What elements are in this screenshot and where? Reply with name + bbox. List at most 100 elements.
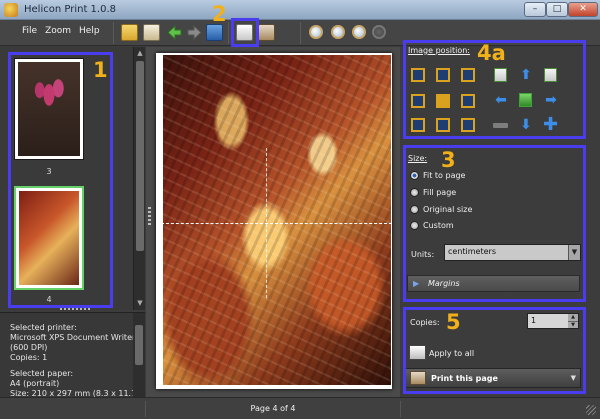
info-scrollbar[interactable] xyxy=(133,313,145,397)
position-top-center[interactable] xyxy=(436,68,450,82)
print-button-label: Print this page xyxy=(431,374,498,383)
position-bottom-center[interactable] xyxy=(436,118,450,132)
printer-heading: Selected printer: xyxy=(10,323,77,332)
paper-name: A4 (portrait) xyxy=(10,379,60,388)
maximize-button[interactable]: □ xyxy=(546,2,568,17)
annotation-number-3: 3 xyxy=(441,148,456,172)
units-value: centimeters xyxy=(448,247,496,256)
menu-bar: File Zoom Help xyxy=(22,26,100,40)
minimize-button[interactable]: – xyxy=(524,2,546,17)
scroll-up-icon[interactable]: ▲ xyxy=(136,49,144,57)
size-title: Size: xyxy=(408,154,428,163)
preview-photo[interactable] xyxy=(163,55,391,385)
original-size-label: Original size xyxy=(423,205,473,214)
menu-file[interactable]: File xyxy=(22,26,37,40)
increment-icon[interactable]: ▲ xyxy=(568,314,578,321)
apply-to-all-button[interactable]: Apply to all xyxy=(429,349,474,358)
menu-help[interactable]: Help xyxy=(79,26,100,40)
paper-heading: Selected paper: xyxy=(10,369,74,378)
move-right-icon[interactable]: ➡ xyxy=(544,93,558,107)
chevron-down-icon[interactable]: ▼ xyxy=(568,245,580,260)
toolbar-separator xyxy=(300,22,301,44)
thumbnail-scrollbar[interactable]: ▲ ▼ xyxy=(133,47,145,310)
paste-icon[interactable] xyxy=(143,24,160,41)
expand-arrow-icon: ▶ xyxy=(413,279,420,288)
move-left-icon[interactable]: ⬅ xyxy=(494,93,508,107)
annotation-number-5: 5 xyxy=(446,310,461,334)
menu-zoom[interactable]: Zoom xyxy=(45,26,71,40)
margins-label: Margins xyxy=(428,279,460,288)
splitter-grip[interactable] xyxy=(148,207,151,227)
printer-icon xyxy=(410,371,426,385)
image-position-title: Image position: xyxy=(408,46,470,55)
decrement-icon[interactable]: ▼ xyxy=(568,321,578,328)
thumbnail-page-4[interactable] xyxy=(14,186,84,290)
units-select[interactable]: centimeters ▼ xyxy=(444,244,581,261)
print-this-page-button[interactable]: Print this page ▼ xyxy=(405,368,581,388)
rotate-left-icon[interactable] xyxy=(494,68,507,82)
scrollbar-thumb[interactable] xyxy=(135,325,143,365)
margins-expander[interactable]: ▶ Margins xyxy=(407,275,580,292)
copies-value[interactable]: 1 xyxy=(531,316,536,325)
scroll-down-icon[interactable]: ▼ xyxy=(136,299,144,307)
rotate-right-icon[interactable] xyxy=(544,68,557,82)
fill-page-label: Fill page xyxy=(423,188,457,197)
thumbnail-strip: 3 4 xyxy=(0,47,133,310)
save-icon[interactable] xyxy=(206,24,223,41)
copies-stepper[interactable]: 1 ▲ ▼ xyxy=(527,313,579,329)
resize-grip-icon[interactable] xyxy=(586,405,596,415)
apply-to-all-icon[interactable] xyxy=(409,345,426,360)
zoom-actual-size-icon xyxy=(372,25,386,39)
move-down-icon[interactable]: ⬇ xyxy=(519,118,533,132)
zoom-out-icon[interactable] xyxy=(309,25,323,39)
custom-size-radio[interactable] xyxy=(410,221,419,230)
fit-to-page-label: Fit to page xyxy=(423,171,466,180)
fit-to-page-radio[interactable] xyxy=(410,171,419,180)
annotation-number-2: 2 xyxy=(212,2,227,26)
chevron-down-icon[interactable]: ▼ xyxy=(571,374,576,382)
window-title: Helicon Print 1.0.8 xyxy=(24,4,116,15)
fill-page-radio[interactable] xyxy=(410,188,419,197)
printer-copies: Copies: 1 xyxy=(10,353,48,362)
copies-label: Copies: xyxy=(410,318,440,327)
zoom-fit-icon[interactable] xyxy=(352,25,366,39)
position-bottom-right[interactable] xyxy=(461,118,475,132)
enlarge-icon[interactable]: ✚ xyxy=(543,116,558,134)
open-folder-icon[interactable] xyxy=(121,24,138,41)
print-preview-icon[interactable] xyxy=(236,24,253,41)
forward-arrow-icon[interactable] xyxy=(186,24,203,41)
back-arrow-icon[interactable] xyxy=(166,24,183,41)
scrollbar-thumb[interactable] xyxy=(136,61,144,251)
printer-icon[interactable] xyxy=(258,24,275,41)
zoom-in-icon[interactable] xyxy=(331,25,345,39)
printer-info-panel: Selected printer: Microsoft XPS Document… xyxy=(0,312,145,398)
reset-position-icon[interactable] xyxy=(519,93,532,107)
thumbnail-label: 4 xyxy=(46,295,52,304)
annotation-number-1: 1 xyxy=(93,58,108,82)
thumbnail-page-3[interactable] xyxy=(14,58,84,160)
toolbar-separator xyxy=(228,22,229,44)
title-bar: Helicon Print 1.0.8 – □ ✕ xyxy=(0,0,600,20)
page-indicator: Page 4 of 4 xyxy=(250,404,296,413)
move-up-icon[interactable]: ⬆ xyxy=(519,68,533,82)
position-bottom-left[interactable] xyxy=(411,118,425,132)
toolbar-separator xyxy=(113,22,114,44)
printer-dpi: (600 DPI) xyxy=(10,343,48,352)
printer-name: Microsoft XPS Document Writer xyxy=(10,333,134,342)
position-middle-right[interactable] xyxy=(461,94,475,108)
position-top-right[interactable] xyxy=(461,68,475,82)
page-split-line xyxy=(266,148,267,298)
position-center[interactable] xyxy=(436,94,450,108)
preview-page xyxy=(156,53,392,389)
resize-grip[interactable] xyxy=(60,307,90,310)
close-button[interactable]: ✕ xyxy=(568,2,598,17)
page-split-line xyxy=(156,223,392,224)
thumbnail-label: 3 xyxy=(46,167,52,176)
position-middle-left[interactable] xyxy=(411,94,425,108)
position-top-left[interactable] xyxy=(411,68,425,82)
custom-size-label: Custom xyxy=(423,221,454,230)
shrink-icon[interactable] xyxy=(493,123,508,128)
annotation-number-4a: 4a xyxy=(477,41,506,65)
original-size-radio[interactable] xyxy=(410,205,419,214)
units-label: Units: xyxy=(411,250,435,259)
